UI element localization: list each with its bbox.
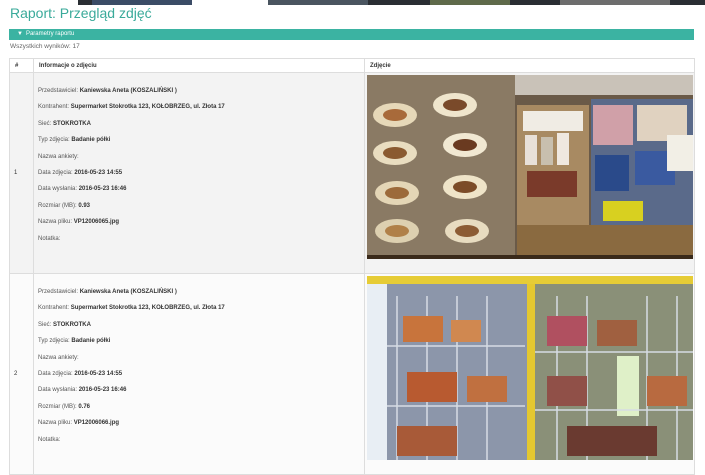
- photo-info-cell: Przedstawiciel: Kaniewska Aneta (KOSZALI…: [33, 72, 365, 274]
- field-network: Sieć: STOKROTKA: [38, 321, 91, 328]
- field-filename: Nazwa pliku: VP12006066.jpg: [38, 420, 120, 427]
- field-size: Rozmiar (MB): 0.93: [38, 202, 91, 209]
- column-header-photo[interactable]: Zdjęcie: [364, 58, 695, 73]
- field-survey-name: Nazwa ankiety:: [38, 153, 79, 160]
- table-header-row: # Informacje o zdjęciu Zdjęcie: [9, 58, 695, 73]
- field-photo-date: Data zdjęcia: 2016-05-23 14:55: [38, 169, 123, 176]
- field-contractor: Kontrahent: Supermarket Stokrotka 123, K…: [38, 305, 225, 312]
- field-contractor: Kontrahent: Supermarket Stokrotka 123, K…: [38, 104, 225, 111]
- photo-info-cell: Przedstawiciel: Kaniewska Aneta (KOSZALI…: [33, 273, 365, 475]
- photo-report-table: # Informacje o zdjęciu Zdjęcie 1 Przedst…: [9, 58, 695, 475]
- table-row: 2 Przedstawiciel: Kaniewska Aneta (KOSZA…: [9, 273, 695, 475]
- photo-cell: [364, 72, 695, 274]
- results-count: Wszystkich wyników: 17: [10, 43, 80, 50]
- field-photo-date: Data zdjęcia: 2016-05-23 14:55: [38, 370, 123, 377]
- field-network: Sieć: STOKROTKA: [38, 120, 91, 127]
- table-row: 1 Przedstawiciel: Kaniewska Aneta (KOSZA…: [9, 72, 695, 274]
- field-representative: Przedstawiciel: Kaniewska Aneta (KOSZALI…: [38, 88, 177, 94]
- field-note: Notatka:: [38, 235, 61, 242]
- field-photo-type: Typ zdjęcia: Badanie półki: [38, 338, 111, 345]
- shelf-photo-thumbnail[interactable]: [367, 75, 693, 259]
- field-representative: Przedstawiciel: Kaniewska Aneta (KOSZALI…: [38, 289, 177, 295]
- freezer-photo-thumbnail[interactable]: [367, 276, 693, 460]
- field-filename: Nazwa pliku: VP12006065.jpg: [38, 219, 120, 226]
- field-size: Rozmiar (MB): 0.76: [38, 403, 91, 410]
- field-note: Notatka:: [38, 436, 61, 443]
- row-number: 2: [9, 273, 34, 475]
- field-survey-name: Nazwa ankiety:: [38, 354, 79, 361]
- field-sent-date: Data wysłania: 2016-05-23 16:46: [38, 387, 127, 394]
- field-photo-type: Typ zdjęcia: Badanie półki: [38, 137, 111, 144]
- column-header-info[interactable]: Informacje o zdjęciu: [33, 58, 365, 73]
- column-header-number[interactable]: #: [9, 58, 34, 73]
- page-title: Raport: Przegląd zdjęć: [10, 5, 152, 21]
- row-number: 1: [9, 72, 34, 274]
- report-parameters-label: Parametry raportu: [25, 31, 75, 37]
- filter-icon: ▼: [17, 31, 23, 37]
- photo-cell: [364, 273, 695, 475]
- field-sent-date: Data wysłania: 2016-05-23 16:46: [38, 186, 127, 193]
- report-parameters-bar[interactable]: ▼ Parametry raportu: [9, 29, 694, 40]
